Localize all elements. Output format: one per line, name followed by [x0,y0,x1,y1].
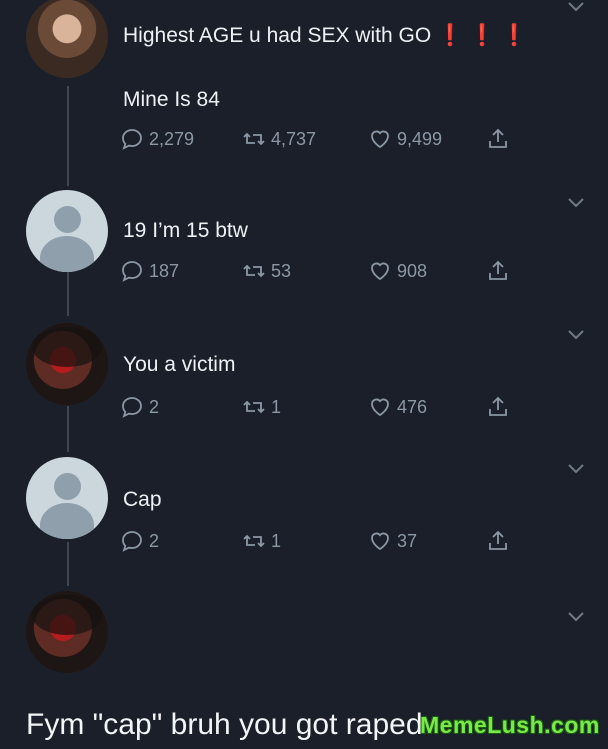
retweet-button[interactable]: 1 [242,529,281,553]
like-button[interactable]: 9,499 [368,127,442,151]
like-button[interactable]: 37 [368,529,417,553]
watermark: MemeLush.com [420,712,600,738]
like-button[interactable]: 476 [368,395,427,419]
like-count: 476 [397,396,428,417]
retweet-count: 1 [271,396,282,417]
retweet-button[interactable]: 53 [242,259,291,283]
avatar-default[interactable] [26,457,108,539]
thread-line [67,542,69,586]
share-button[interactable] [486,529,510,553]
heart-icon [371,398,389,417]
share-icon [489,260,507,280]
retweet-count: 4,737 [271,128,317,149]
heart-icon [371,130,389,149]
tweet-actions: 2 1 37 [120,529,520,557]
share-button[interactable] [486,395,510,419]
share-button[interactable] [486,127,510,151]
meme-caption: Fym "cap" bruh you got raped [26,708,423,741]
thread-line [67,272,69,316]
retweet-icon [243,534,265,548]
retweet-icon [243,132,265,146]
thread-line [67,86,69,186]
retweet-button[interactable]: 4,737 [242,127,316,151]
thread-line [67,406,69,452]
tweet-text: Cap [123,488,162,511]
reply-button[interactable]: 2,279 [120,127,194,151]
reply-icon [122,129,142,150]
tweet-actions: 2 1 476 [120,395,520,423]
tweet-text: Highest AGE u had SEX with GO ❗ ❗ ❗ [123,24,527,48]
avatar[interactable] [26,323,108,405]
reply-count: 187 [149,260,180,281]
reply-button[interactable]: 2 [120,529,159,553]
tweet-text-line2: Mine Is 84 [123,88,220,111]
chevron-down-icon[interactable] [566,196,586,210]
share-icon [489,530,507,550]
exclamation-icon: ❗ ❗ ❗ [437,24,528,47]
tweet-actions: 2,279 4,737 9,499 [120,127,520,155]
retweet-icon [243,400,265,414]
heart-icon [371,262,389,281]
retweet-icon [243,264,265,278]
share-button[interactable] [486,259,510,283]
retweet-button[interactable]: 1 [242,395,281,419]
heart-icon [371,532,389,551]
reply-count: 2,279 [149,128,195,149]
tweet-text-main: Highest AGE u had SEX with GO [123,24,432,47]
avatar[interactable] [26,0,108,78]
reply-count: 2 [149,396,160,417]
tweet-actions: 187 53 908 [120,259,520,287]
avatar-default[interactable] [26,190,108,272]
reply-button[interactable]: 187 [120,259,179,283]
like-count: 9,499 [397,128,443,149]
share-icon [489,396,507,416]
tweet-text: You a victim [123,353,236,376]
reply-icon [122,531,142,552]
reply-icon [122,397,142,418]
reply-icon [122,261,142,282]
chevron-down-icon[interactable] [566,0,586,14]
retweet-count: 1 [271,530,282,551]
chevron-down-icon[interactable] [566,610,586,624]
avatar[interactable] [26,591,108,673]
chevron-down-icon[interactable] [566,462,586,476]
reply-count: 2 [149,530,160,551]
chevron-down-icon[interactable] [566,328,586,342]
tweet-text: 19 I’m 15 btw [123,219,248,242]
like-count: 37 [397,530,418,551]
like-count: 908 [397,260,428,281]
reply-button[interactable]: 2 [120,395,159,419]
share-icon [489,128,507,148]
like-button[interactable]: 908 [368,259,427,283]
retweet-count: 53 [271,260,292,281]
